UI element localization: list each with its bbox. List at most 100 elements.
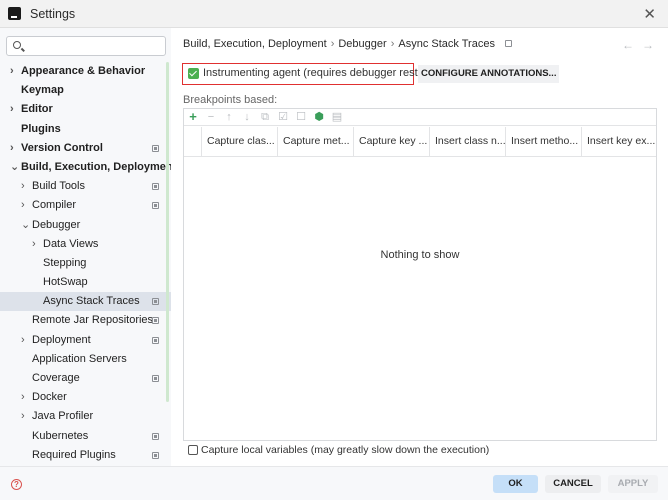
chevron-right-icon[interactable]: ›	[10, 62, 14, 81]
sidebar-item-async-stack-traces[interactable]: Async Stack Traces	[0, 292, 171, 312]
sidebar-item-kubernetes[interactable]: Kubernetes	[0, 427, 171, 446]
settings-main-panel: Build, Execution, Deployment › Debugger › As…	[171, 28, 668, 466]
project-settings-icon	[152, 375, 159, 382]
column-insert-method[interactable]: Insert metho...	[506, 127, 582, 156]
move-up-icon[interactable]: ↑	[222, 110, 236, 124]
help-icon[interactable]: ?	[11, 479, 22, 490]
table-empty-state: Nothing to show	[380, 249, 460, 261]
chevron-right-icon[interactable]: ›	[21, 331, 25, 350]
plugin-icon[interactable]: ⬢	[312, 110, 326, 124]
sidebar-item-label: Build, Execution, Deployment	[21, 160, 177, 173]
project-settings-icon	[152, 183, 159, 191]
project-settings-icon	[152, 317, 159, 325]
chevron-right-icon[interactable]: ›	[10, 100, 14, 119]
forward-arrow-icon[interactable]: →	[642, 38, 654, 52]
chevron-right-icon[interactable]: ›	[32, 235, 36, 254]
sidebar-item-label: Coverage	[32, 372, 80, 384]
sidebar-item-docker[interactable]: › Docker	[0, 388, 171, 407]
column-insert-class[interactable]: Insert class n...	[430, 127, 506, 156]
chevron-down-icon[interactable]: ⌄	[21, 216, 30, 235]
sidebar-item-appearance-behavior[interactable]: › Appearance & Behavior	[0, 62, 171, 81]
sidebar-item-label: Remote Jar Repositories	[32, 314, 154, 327]
cancel-button[interactable]: CANCEL	[545, 475, 601, 493]
breakpoints-table: + − ↑ ↓ ⧉ ☑ ☐ ⬢ ▤ Capture clas... Captur…	[183, 108, 657, 441]
sidebar-item-label: Kubernetes	[32, 429, 89, 442]
sidebar-item-label: Version Control	[21, 141, 103, 154]
sidebar-scrollbar[interactable]	[166, 62, 169, 402]
search-icon	[13, 41, 21, 49]
copy-icon[interactable]: ⧉	[258, 110, 272, 124]
sidebar-item-label: Stepping	[43, 256, 87, 269]
column-capture-key[interactable]: Capture key ...	[354, 127, 430, 156]
breakpoints-based-label: Breakpoints based:	[183, 94, 278, 106]
sidebar-item-label: Required Plugins	[32, 448, 116, 461]
ok-button[interactable]: OK	[493, 475, 538, 493]
table-header-checkbox-column	[184, 127, 202, 156]
sidebar-item-deployment[interactable]: › Deployment	[0, 331, 171, 350]
sidebar-item-debugger[interactable]: ⌄ Debugger	[0, 216, 171, 235]
add-icon[interactable]: +	[186, 110, 200, 124]
breadcrumb-separator: ›	[330, 38, 335, 50]
move-down-icon[interactable]: ↓	[240, 110, 254, 124]
column-insert-key[interactable]: Insert key ex...	[582, 127, 656, 156]
file-icon[interactable]: ▤	[330, 110, 344, 124]
sidebar-item-label: Data Views	[43, 237, 99, 250]
breadcrumb-item-debugger[interactable]: Debugger	[338, 38, 386, 50]
column-capture-method[interactable]: Capture met...	[278, 127, 354, 156]
sidebar-item-label: HotSwap	[43, 276, 88, 289]
settings-sidebar: › Appearance & Behavior Keymap › Editor Pl…	[0, 28, 176, 466]
remove-icon[interactable]: −	[204, 110, 218, 124]
sidebar-item-label: Java Profiler	[32, 410, 94, 423]
history-navigation: ← →	[614, 38, 654, 52]
window-title: Settings	[30, 6, 76, 21]
instrumenting-agent-option[interactable]: Instrumenting agent (requires debugger r…	[182, 63, 434, 85]
check-all-icon[interactable]: ☑	[276, 110, 290, 124]
sidebar-item-label: Docker	[32, 391, 67, 404]
sidebar-item-hotswap[interactable]: HotSwap	[0, 273, 171, 292]
chevron-right-icon[interactable]: ›	[21, 196, 25, 215]
instrumenting-agent-checkbox[interactable]	[188, 68, 199, 79]
configure-annotations-button[interactable]: CONFIGURE ANNOTATIONS...	[418, 65, 560, 83]
sidebar-item-java-profiler[interactable]: › Java Profiler	[0, 407, 171, 426]
sidebar-item-plugins[interactable]: Plugins	[0, 120, 171, 139]
project-settings-icon	[152, 202, 159, 210]
breadcrumb-item-async-stack-traces: Async Stack Traces	[398, 38, 495, 50]
sidebar-item-data-views[interactable]: › Data Views	[0, 235, 171, 254]
table-header: Capture clas... Capture met... Capture k…	[184, 127, 656, 157]
capture-local-variables-checkbox[interactable]	[188, 445, 198, 455]
sidebar-item-build-tools[interactable]: › Build Tools	[0, 177, 171, 196]
uncheck-all-icon[interactable]: ☐	[294, 110, 308, 124]
breadcrumb-separator: ›	[390, 38, 395, 50]
sidebar-item-application-servers[interactable]: Application Servers	[0, 350, 171, 369]
close-icon[interactable]: ✕	[643, 5, 656, 23]
apply-button[interactable]: APPLY	[608, 475, 658, 493]
sidebar-item-label: Async Stack Traces	[43, 295, 140, 308]
sidebar-item-compiler[interactable]: › Compiler	[0, 196, 171, 215]
table-toolbar: + − ↑ ↓ ⧉ ☑ ☐ ⬢ ▤	[184, 109, 656, 126]
sidebar-item-label: Editor	[21, 103, 53, 116]
intellij-app-icon	[8, 7, 21, 20]
sidebar-item-remote-jar-repositories[interactable]: Remote Jar Repositories	[0, 311, 171, 330]
sidebar-item-version-control[interactable]: › Version Control	[0, 139, 171, 158]
project-settings-icon	[152, 298, 159, 306]
sidebar-item-build-execution-deployment[interactable]: ⌄ Build, Execution, Deployment	[0, 158, 176, 177]
chevron-right-icon[interactable]: ›	[21, 407, 25, 426]
chevron-right-icon[interactable]: ›	[21, 388, 25, 407]
capture-local-variables-label: Capture local variables (may greatly slo…	[201, 444, 490, 456]
back-arrow-icon[interactable]: ←	[622, 38, 634, 52]
chevron-right-icon[interactable]: ›	[10, 139, 14, 158]
settings-tree: › Appearance & Behavior Keymap › Editor Pl…	[0, 62, 176, 465]
breadcrumb-item-build[interactable]: Build, Execution, Deployment	[183, 38, 327, 50]
sidebar-item-label: Build Tools	[32, 180, 85, 193]
settings-search-box[interactable]	[6, 36, 166, 56]
project-settings-icon	[152, 336, 159, 344]
sidebar-item-keymap[interactable]: Keymap	[0, 81, 171, 100]
settings-search-input[interactable]	[27, 39, 157, 53]
column-capture-class[interactable]: Capture clas...	[202, 127, 278, 156]
sidebar-item-stepping[interactable]: Stepping	[0, 254, 171, 273]
chevron-down-icon[interactable]: ⌄	[10, 158, 19, 177]
sidebar-item-editor[interactable]: › Editor	[0, 100, 171, 119]
sidebar-item-required-plugins[interactable]: Required Plugins	[0, 446, 171, 465]
sidebar-item-coverage[interactable]: Coverage	[0, 369, 171, 388]
chevron-right-icon[interactable]: ›	[21, 177, 25, 196]
